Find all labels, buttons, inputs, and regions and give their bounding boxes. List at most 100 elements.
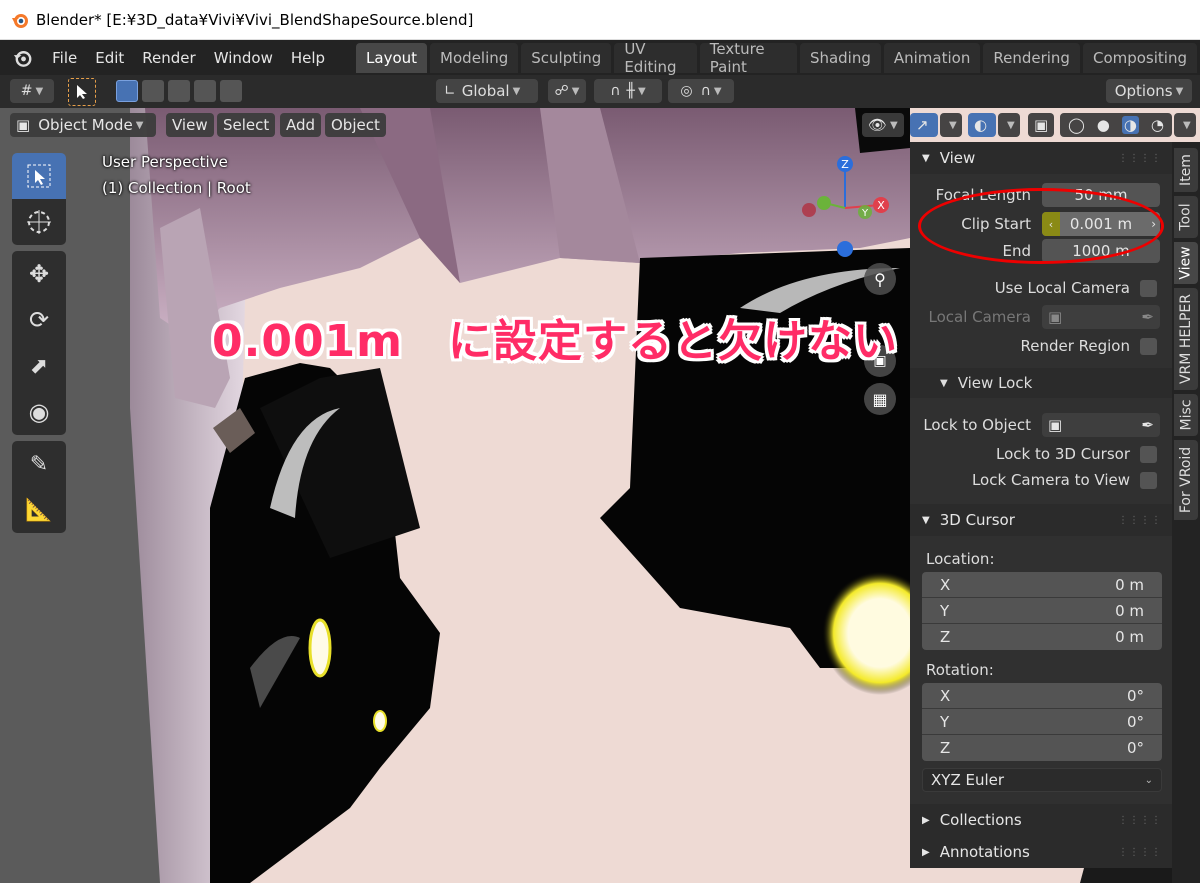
view-lock-subpanel-header[interactable]: ▼ View Lock: [910, 368, 1172, 398]
drag-grip-icon[interactable]: ⋮⋮⋮⋮: [1118, 153, 1162, 164]
sidetab-vrm-helper[interactable]: VRM HELPER: [1174, 288, 1198, 390]
menu-help[interactable]: Help: [282, 49, 334, 67]
object-mode-dropdown[interactable]: ▣ Object Mode ▼: [10, 113, 156, 137]
tool-group-transform: ✥ ⟳ ⬈ ◉: [12, 251, 66, 435]
lock-camera-to-view-checkbox[interactable]: [1140, 472, 1157, 489]
material-shading-icon[interactable]: ◑: [1121, 116, 1139, 134]
perspective-grid-icon[interactable]: ▦: [864, 383, 896, 415]
tab-compositing[interactable]: Compositing: [1082, 42, 1197, 73]
viewport-menu-object[interactable]: Object: [325, 113, 386, 137]
select-box-tool-icon[interactable]: [12, 153, 66, 199]
select-tool-icon[interactable]: [68, 78, 96, 106]
axis-value: 0°: [1126, 686, 1144, 705]
3d-cursor-panel-header[interactable]: ▼ 3D Cursor ⋮⋮⋮⋮: [910, 504, 1172, 536]
visibility-dropdown[interactable]: 👁 ▼: [862, 113, 904, 137]
tab-animation[interactable]: Animation: [883, 42, 981, 73]
tab-sculpting[interactable]: Sculpting: [521, 42, 612, 73]
solid-shading-icon[interactable]: ●: [1097, 116, 1110, 134]
local-camera-label: Local Camera: [928, 308, 1031, 326]
tab-layout[interactable]: Layout: [356, 42, 428, 73]
sidetab-tool[interactable]: Tool: [1174, 196, 1198, 238]
options-dropdown[interactable]: Options ▼: [1106, 79, 1192, 103]
overlay-toggle-icon[interactable]: ◐: [968, 113, 996, 137]
lock-to-3d-cursor-label: Lock to 3D Cursor: [996, 445, 1130, 463]
menu-render[interactable]: Render: [133, 49, 204, 67]
falloff-icon: ∩: [700, 83, 711, 99]
transform-orientation-dropdown[interactable]: ∟ Global ▼: [436, 79, 538, 103]
select-subtract-icon[interactable]: [168, 80, 190, 102]
menu-file[interactable]: File: [43, 49, 86, 67]
location-y-field[interactable]: Y 0 m: [922, 598, 1162, 624]
menu-window[interactable]: Window: [205, 49, 282, 67]
axis-label: Z: [940, 739, 951, 757]
location-z-field[interactable]: Z 0 m: [922, 624, 1162, 650]
sidetab-item[interactable]: Item: [1174, 148, 1198, 192]
scale-tool-icon[interactable]: ⬈: [12, 343, 66, 389]
rotate-tool-icon[interactable]: ⟳: [12, 297, 66, 343]
annotation-caption: 0.001m に設定すると欠けない: [212, 316, 899, 367]
sidetab-misc[interactable]: Misc: [1174, 394, 1198, 436]
tab-texture-paint[interactable]: Texture Paint: [699, 40, 797, 76]
tab-shading[interactable]: Shading: [799, 42, 881, 73]
tab-rendering[interactable]: Rendering: [983, 42, 1080, 73]
viewport-menu-add[interactable]: Add: [280, 113, 322, 137]
cursor-location-vector: X 0 m Y 0 m Z 0 m: [922, 572, 1162, 650]
drag-grip-icon[interactable]: ⋮⋮⋮⋮: [1118, 515, 1162, 526]
view-lock-title: View Lock: [957, 374, 1033, 392]
select-intersect-icon[interactable]: [220, 80, 242, 102]
xray-toggle-icon[interactable]: ▣: [1028, 113, 1054, 137]
transform-tool-icon[interactable]: ◉: [12, 389, 66, 435]
local-camera-field[interactable]: ▣ ✒: [1042, 305, 1160, 329]
tab-modeling[interactable]: Modeling: [430, 42, 519, 73]
drag-grip-icon[interactable]: ⋮⋮⋮⋮: [1118, 815, 1162, 826]
lock-to-object-field[interactable]: ▣ ✒: [1042, 413, 1160, 437]
rotation-z-field[interactable]: Z 0°: [922, 735, 1162, 761]
sidetab-label: Tool: [1178, 203, 1195, 231]
rotation-mode-dropdown[interactable]: XYZ Euler ⌄: [922, 768, 1162, 792]
eyedropper-icon[interactable]: ✒: [1141, 416, 1154, 434]
location-x-field[interactable]: X 0 m: [922, 572, 1162, 598]
expand-arrow-icon: ▶: [922, 814, 930, 826]
navigation-gizmo[interactable]: Z X Y: [795, 150, 905, 260]
sidetab-for-vroid[interactable]: For VRoid: [1174, 440, 1198, 520]
viewport-menu-view[interactable]: View: [166, 113, 214, 137]
rotation-y-field[interactable]: Y 0°: [922, 709, 1162, 735]
cursor-tool-icon[interactable]: [12, 199, 66, 245]
measure-tool-icon[interactable]: 📐: [12, 487, 66, 533]
wireframe-shading-icon[interactable]: ◯: [1068, 116, 1085, 134]
move-tool-icon[interactable]: ✥: [12, 251, 66, 297]
gizmo-y-label: Y: [861, 208, 869, 219]
zoom-icon[interactable]: ⚲: [864, 263, 896, 295]
render-region-checkbox[interactable]: [1140, 338, 1157, 355]
shading-dropdown[interactable]: ▼: [1174, 113, 1196, 137]
menu-edit[interactable]: Edit: [86, 49, 133, 67]
sidetab-view[interactable]: View: [1174, 242, 1198, 284]
view-panel-title: View: [939, 149, 976, 167]
blender-menu-icon[interactable]: [12, 47, 33, 69]
collection-info-label: (1) Collection | Root: [102, 179, 251, 197]
drag-grip-icon[interactable]: ⋮⋮⋮⋮: [1118, 847, 1162, 858]
pivot-point-dropdown[interactable]: ☍ ▼: [548, 79, 586, 103]
view-panel-header[interactable]: ▼ View ⋮⋮⋮⋮: [910, 142, 1172, 174]
viewport-menu-select[interactable]: Select: [217, 113, 276, 137]
gizmo-dropdown[interactable]: ▼: [940, 113, 962, 137]
axis-value: 0°: [1126, 712, 1144, 731]
select-new-icon[interactable]: [116, 80, 138, 102]
editor-type-button[interactable]: # ▼: [10, 79, 54, 103]
collections-panel-header[interactable]: ▶ Collections ⋮⋮⋮⋮: [910, 804, 1172, 836]
rendered-shading-icon[interactable]: ◔: [1151, 116, 1164, 134]
overlay-dropdown[interactable]: ▼: [998, 113, 1020, 137]
proportional-edit-dropdown[interactable]: ◎ ∩ ▼: [668, 79, 734, 103]
select-invert-icon[interactable]: [194, 80, 216, 102]
lock-to-3d-cursor-checkbox[interactable]: [1140, 446, 1157, 463]
annotations-panel-header[interactable]: ▶ Annotations ⋮⋮⋮⋮: [910, 836, 1172, 868]
use-local-camera-checkbox[interactable]: [1140, 280, 1157, 297]
sidebar-tabs: Item Tool View VRM HELPER Misc For VRoid: [1172, 142, 1200, 883]
annotate-tool-icon[interactable]: ✎: [12, 441, 66, 487]
gizmo-toggle-icon[interactable]: ↗: [910, 113, 938, 137]
tab-uv-editing[interactable]: UV Editing: [614, 40, 697, 76]
select-extend-icon[interactable]: [142, 80, 164, 102]
snap-dropdown[interactable]: ∩ ╫ ▼: [594, 79, 662, 103]
rotation-x-field[interactable]: X 0°: [922, 683, 1162, 709]
eyedropper-icon[interactable]: ✒: [1141, 308, 1154, 326]
